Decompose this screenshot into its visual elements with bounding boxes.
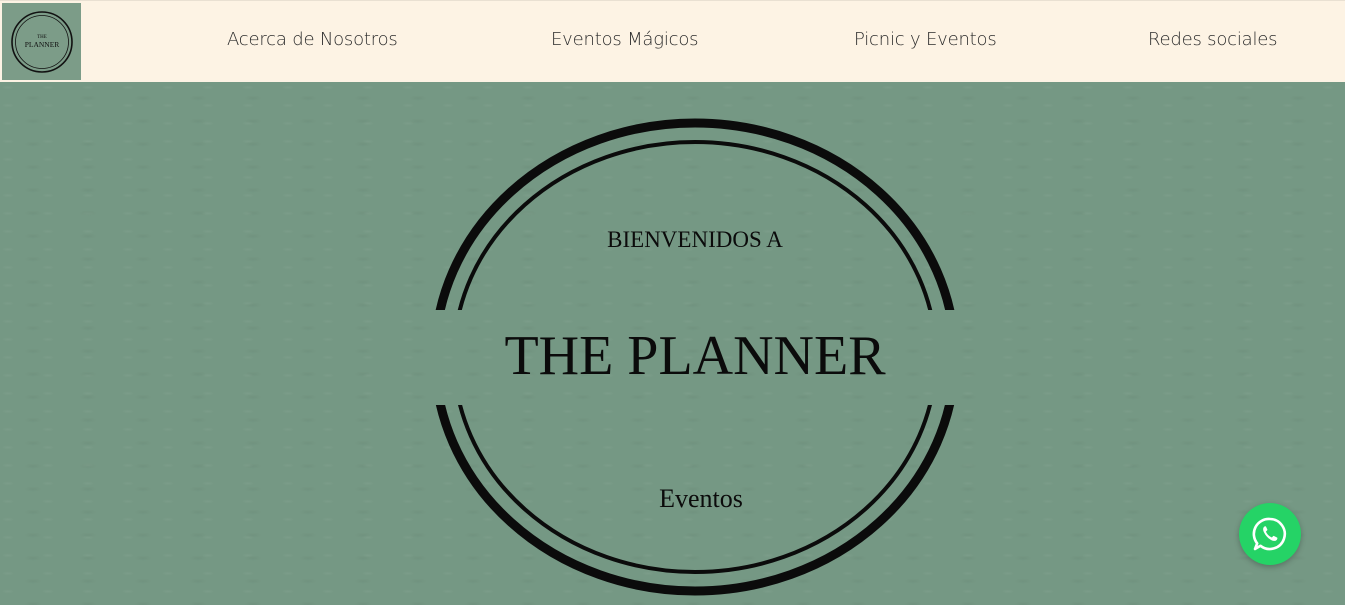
site-logo[interactable]: THE PLANNER xyxy=(2,3,81,80)
logo-emblem-icon: THE PLANNER xyxy=(10,10,73,73)
hero-section: BIENVENIDOS A THE PLANNER Eventos xyxy=(0,82,1345,605)
nav-link-social[interactable]: Redes sociales xyxy=(1148,29,1278,50)
whatsapp-icon xyxy=(1252,517,1287,551)
hero-emblem: BIENVENIDOS A THE PLANNER Eventos xyxy=(430,118,960,596)
hero-title: THE PLANNER xyxy=(504,325,886,387)
svg-text:PLANNER: PLANNER xyxy=(24,40,59,49)
hero-kicker: BIENVENIDOS A xyxy=(607,227,783,252)
nav-link-about[interactable]: Acerca de Nosotros xyxy=(227,29,398,50)
top-navigation: THE PLANNER Acerca de Nosotros Eventos M… xyxy=(0,0,1345,82)
hero-subtitle: Eventos xyxy=(659,484,743,513)
whatsapp-button[interactable] xyxy=(1239,503,1301,565)
nav-link-picnic-events[interactable]: Picnic y Eventos xyxy=(854,29,997,50)
nav-link-magic-events[interactable]: Eventos Mágicos xyxy=(551,29,699,50)
